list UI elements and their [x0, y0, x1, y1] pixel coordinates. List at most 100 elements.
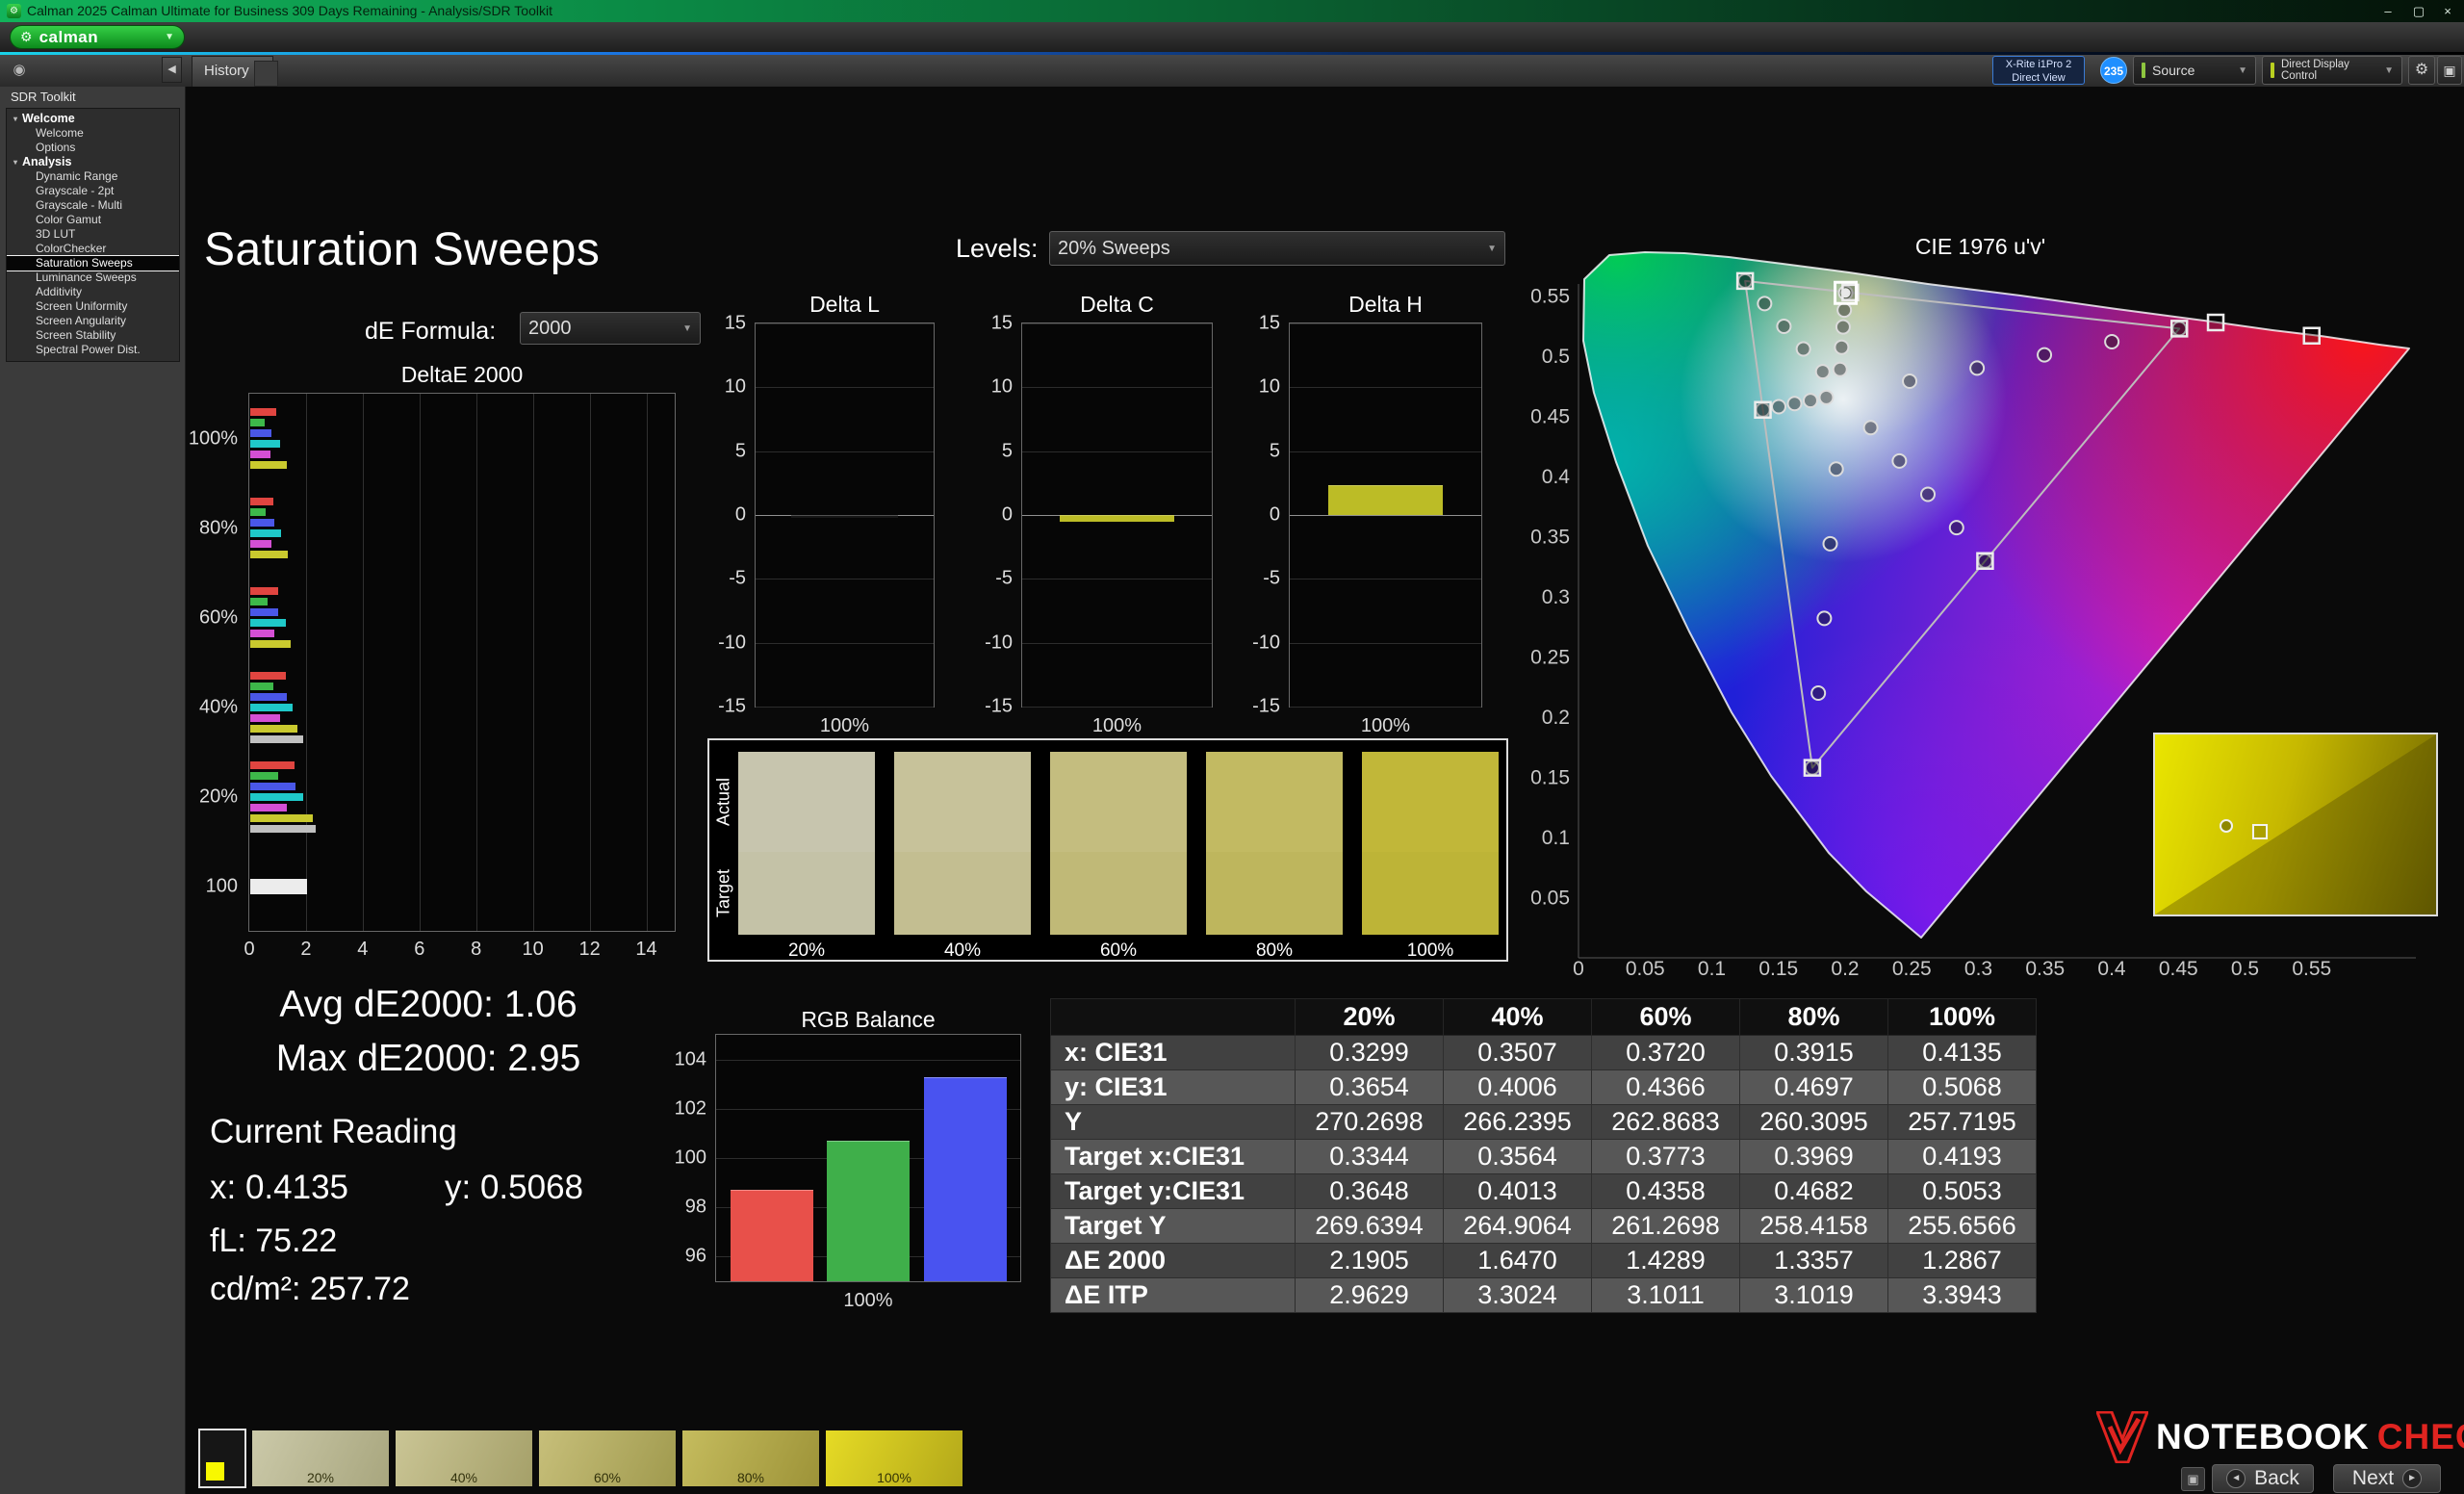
tree-item-additivity[interactable]: Additivity	[7, 285, 179, 299]
cie-tick-label: 0.25	[1530, 647, 1570, 669]
pattern-window-badge[interactable]: 235	[2100, 57, 2127, 84]
swatch-columns: 20%40%60%80%100%	[709, 740, 1506, 960]
y-tick-label: 98	[685, 1197, 706, 1219]
de-bar	[250, 735, 303, 743]
target-point	[1737, 273, 1753, 289]
close-button[interactable]: ×	[2433, 0, 2462, 22]
bar-red	[731, 1190, 813, 1281]
max-de2000-value: Max dE2000: 2.95	[212, 1038, 645, 1080]
x-tick-label: 8	[471, 939, 481, 961]
current-fl-value: fL: 75.22	[210, 1223, 337, 1260]
current-reading-dot	[1841, 288, 1851, 297]
chevron-down-icon: ▼	[1487, 244, 1497, 254]
y-tick-label: -10	[718, 631, 746, 654]
levels-selected-value: 20% Sweeps	[1058, 238, 1170, 260]
source-dropdown[interactable]: Source ▼	[2133, 56, 2256, 85]
pattern-thumbnail-60%[interactable]: 60%	[539, 1430, 676, 1486]
settings-gear-button[interactable]: ⚙	[2408, 56, 2435, 85]
sidebar-collapse-button[interactable]: ◀	[162, 57, 182, 83]
y-tick-label: 0	[735, 504, 746, 527]
calman-gear-icon: ⚙	[20, 29, 33, 45]
measured-point	[1836, 321, 1850, 334]
y-tick-label: 10	[725, 376, 746, 399]
de-formula-selected-value: 2000	[528, 318, 572, 340]
pattern-window-button[interactable]: ▣	[2181, 1467, 2205, 1491]
y-tick-label: 15	[991, 313, 1013, 335]
tree-item-screen-uniformity[interactable]: Screen Uniformity	[7, 299, 179, 314]
cie-tick-label: 0.2	[1542, 707, 1570, 729]
table-cell: 0.4366	[1592, 1070, 1740, 1105]
tree-item-color-gamut[interactable]: Color Gamut	[7, 213, 179, 227]
pattern-thumbnail-40%[interactable]: 40%	[396, 1430, 532, 1486]
de-bar	[250, 598, 268, 605]
table-cell: 0.3648	[1296, 1174, 1444, 1209]
swatch-target	[1362, 852, 1499, 935]
home-icon[interactable]: ◉	[8, 59, 31, 82]
pattern-thumbnail-80%[interactable]: 80%	[682, 1430, 819, 1486]
table-column-header: 80%	[1740, 999, 1888, 1036]
x-tick-label: 0	[244, 939, 254, 961]
table-row: ΔE 20002.19051.64701.42891.33571.2867	[1051, 1244, 2037, 1278]
swatch-80%: 80%	[1206, 752, 1343, 935]
next-button-label: Next	[2352, 1467, 2394, 1490]
measured-point	[1811, 686, 1825, 700]
tree-item-screen-angularity[interactable]: Screen Angularity	[7, 314, 179, 328]
tree-item-grayscale-2pt[interactable]: Grayscale - 2pt	[7, 184, 179, 198]
table-row-label: Target y:CIE31	[1051, 1174, 1296, 1209]
table-cell: 1.2867	[1888, 1244, 2037, 1278]
back-button[interactable]: ◄ Back	[2212, 1464, 2314, 1493]
delta-l-x-label: 100%	[756, 715, 934, 737]
y-tick-label: 5	[735, 440, 746, 462]
gridline	[756, 643, 934, 644]
titlebar: ⚙ Calman 2025 Calman Ultimate for Busine…	[0, 0, 2464, 22]
measured-point	[1903, 374, 1916, 388]
current-cdm2-value: cd/m²: 257.72	[210, 1271, 410, 1308]
next-button[interactable]: Next ►	[2333, 1464, 2441, 1493]
tree-item-saturation-sweeps[interactable]: Saturation Sweeps	[7, 256, 179, 270]
meter-line1: X-Rite i1Pro 2	[1993, 58, 2084, 71]
tree-item-options[interactable]: Options	[7, 141, 179, 155]
cie-zoom-inset	[2153, 733, 2438, 916]
tree-item-luminance-sweeps[interactable]: Luminance Sweeps	[7, 270, 179, 285]
swatch-target	[894, 852, 1031, 935]
display-dropdown-label: Direct Display Control	[2281, 59, 2377, 82]
tree-expander-icon[interactable]: ▾	[13, 112, 17, 126]
new-tab-stub[interactable]	[254, 61, 278, 87]
de-formula-dropdown[interactable]: 2000 ▼	[520, 312, 701, 345]
avg-de2000-value: Avg dE2000: 1.06	[212, 984, 645, 1026]
target-point	[2171, 321, 2187, 336]
de-bar	[250, 461, 287, 469]
display-control-dropdown[interactable]: Direct Display Control ▼	[2262, 56, 2402, 85]
tree-root-item[interactable]: ▾Analysis	[7, 155, 179, 169]
minimize-button[interactable]: –	[2374, 0, 2402, 22]
tree-item-screen-stability[interactable]: Screen Stability	[7, 328, 179, 343]
table-row: Y270.2698266.2395262.8683260.3095257.719…	[1051, 1105, 2037, 1140]
measured-point	[1817, 611, 1831, 625]
maximize-button[interactable]: ▢	[2404, 0, 2433, 22]
pattern-thumbnail-20%[interactable]: 20%	[252, 1430, 389, 1486]
tree-item-3d-lut[interactable]: 3D LUT	[7, 227, 179, 242]
layout-expand-button[interactable]: ▣	[2437, 56, 2462, 85]
y-tick-label: 60%	[199, 606, 238, 629]
tree-item-grayscale-multi[interactable]: Grayscale - Multi	[7, 198, 179, 213]
tree-item-welcome[interactable]: Welcome	[7, 126, 179, 141]
calman-menu-button[interactable]: ⚙ calman ▼	[10, 25, 185, 49]
target-point	[2208, 315, 2223, 330]
y-tick-label: 0	[1270, 504, 1280, 527]
meter-button[interactable]: X-Rite i1Pro 2 Direct View	[1992, 56, 2085, 85]
pattern-thumbnail-selected[interactable]	[198, 1429, 246, 1488]
cie-tick-label: 0.2	[1831, 958, 1859, 977]
bar-blue	[924, 1077, 1007, 1281]
tree-item-colorchecker[interactable]: ColorChecker	[7, 242, 179, 256]
tree-item-spectral-power-dist-[interactable]: Spectral Power Dist.	[7, 343, 179, 357]
tree-root-item[interactable]: ▾Welcome	[7, 112, 179, 126]
pattern-thumbnail-100%[interactable]: 100%	[826, 1430, 962, 1486]
swatch-40%: 40%	[894, 752, 1031, 935]
gridline	[1022, 707, 1212, 708]
de-bar	[250, 540, 271, 548]
tree-expander-icon[interactable]: ▾	[13, 155, 17, 169]
tree-item-dynamic-range[interactable]: Dynamic Range	[7, 169, 179, 184]
y-tick-label: -5	[1263, 568, 1280, 590]
levels-dropdown[interactable]: 20% Sweeps ▼	[1049, 231, 1505, 266]
table-row-label: ΔE 2000	[1051, 1244, 1296, 1278]
